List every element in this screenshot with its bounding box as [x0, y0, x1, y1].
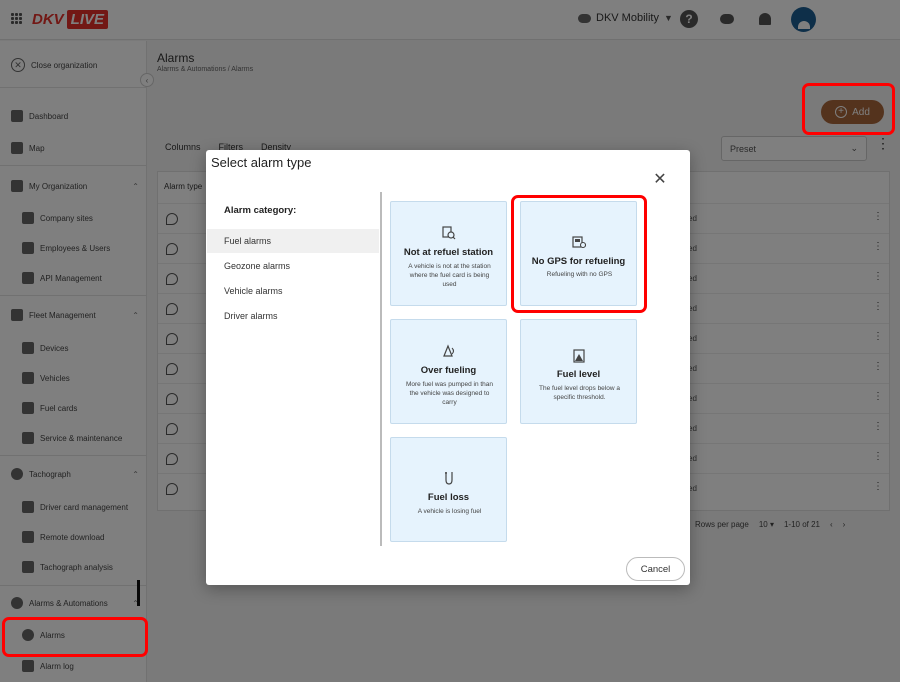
highlight-add-button	[802, 83, 895, 135]
category-fuel-alarms[interactable]: Fuel alarms	[207, 229, 379, 253]
alarm-card-fuel-level[interactable]: Fuel level The fuel level drops below a …	[520, 319, 637, 424]
fuel-station-search-icon	[442, 226, 456, 240]
alarm-card-fuel-loss[interactable]: Fuel loss A vehicle is losing fuel	[390, 437, 507, 542]
dialog-title: Select alarm type	[211, 155, 312, 170]
category-driver-alarms[interactable]: Driver alarms	[207, 304, 379, 328]
card-title: Over fueling	[420, 365, 477, 376]
card-title: Fuel level	[556, 369, 601, 380]
card-title: Not at refuel station	[403, 247, 494, 258]
alarm-category-heading: Alarm category:	[224, 205, 297, 216]
category-geozone-alarms[interactable]: Geozone alarms	[207, 254, 379, 278]
card-description: More fuel was pumped in than the vehicle…	[405, 381, 494, 406]
highlight-alarms-item	[2, 617, 148, 657]
over-fueling-icon	[443, 344, 455, 357]
card-title: Fuel loss	[427, 492, 470, 503]
category-vehicle-alarms[interactable]: Vehicle alarms	[207, 279, 379, 303]
fuel-level-icon	[573, 349, 585, 363]
cancel-button[interactable]: Cancel	[626, 557, 685, 581]
alarm-card-not-at-refuel-station[interactable]: Not at refuel station A vehicle is not a…	[390, 201, 507, 306]
alarm-card-over-fueling[interactable]: Over fueling More fuel was pumped in tha…	[390, 319, 507, 424]
card-description: The fuel level drops below a specific th…	[539, 385, 620, 401]
close-icon[interactable]: ✕	[652, 172, 668, 188]
card-description: A vehicle is losing fuel	[417, 508, 482, 515]
category-divider	[380, 192, 382, 546]
card-description: A vehicle is not at the station where th…	[408, 263, 491, 288]
fuel-loss-icon	[445, 472, 453, 485]
highlight-no-gps-card	[511, 195, 647, 313]
